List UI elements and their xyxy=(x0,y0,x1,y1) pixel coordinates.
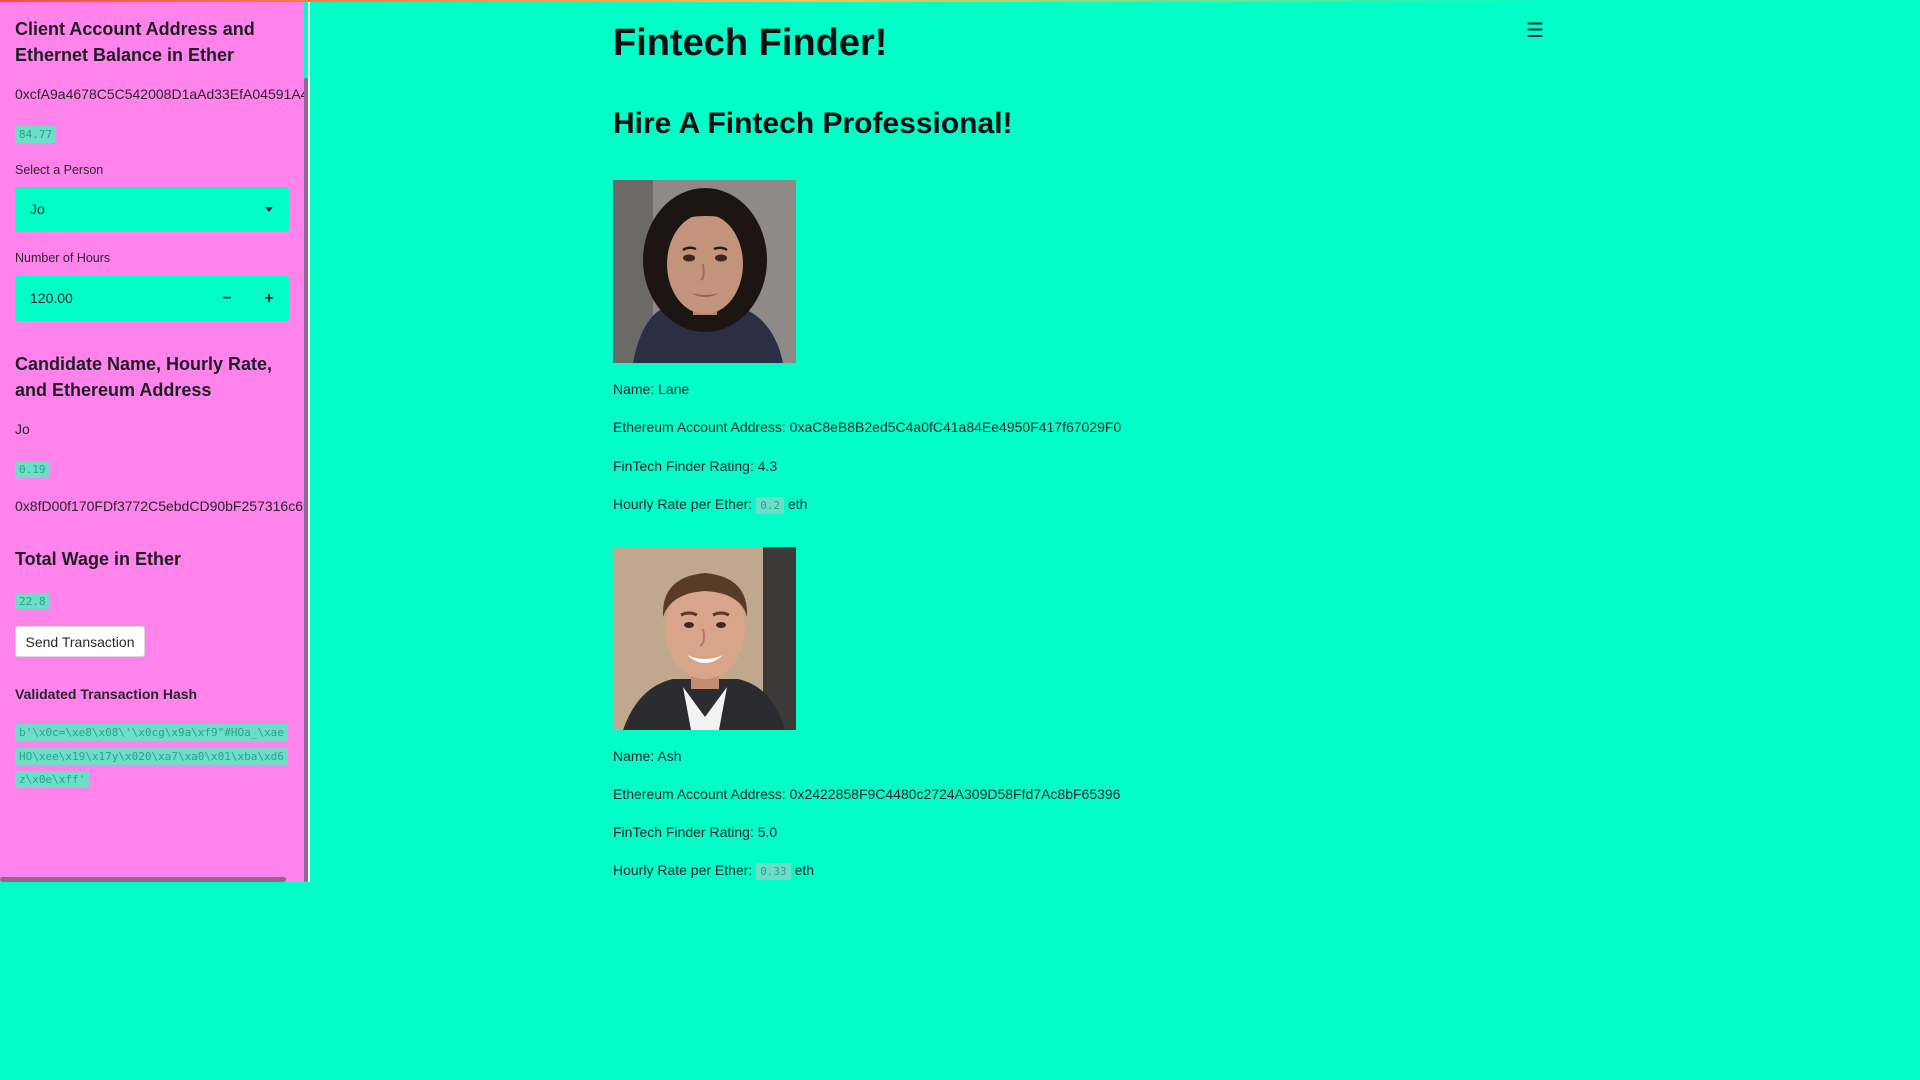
candidate-name: Name: Lane xyxy=(613,381,690,397)
rate-value: 0.33 xyxy=(756,863,791,880)
rate-unit: eth xyxy=(794,862,815,878)
candidate-rating: FinTech Finder Rating: 4.3 xyxy=(613,458,778,474)
balance-value: 84.77 xyxy=(15,125,57,143)
rate-label: Hourly Rate per Ether: xyxy=(613,496,753,512)
chevron-down-icon[interactable] xyxy=(265,207,273,212)
candidate-photo xyxy=(613,547,796,730)
wage-code: 22.8 xyxy=(15,593,50,610)
candidate-photo xyxy=(613,180,796,363)
send-transaction-button[interactable]: Send Transaction xyxy=(15,626,145,657)
rate-label: Hourly Rate per Ether: xyxy=(613,862,753,878)
candidate-hourly-rate: Hourly Rate per Ether: 0.2 eth xyxy=(613,496,808,514)
transaction-hash: b'\x0c=\xe8\x08\'\x0cg\x9a\xf9"#HOa_\xae… xyxy=(15,721,290,792)
hamburger-menu-icon[interactable]: ☰ xyxy=(1526,18,1544,43)
candidate-hourly-rate: Hourly Rate per Ether: 0.33 eth xyxy=(613,862,815,880)
page-title: Fintech Finder! xyxy=(613,22,888,64)
top-decoration-bar xyxy=(0,0,1568,2)
balance-code: 84.77 xyxy=(15,126,57,143)
candidate-rate: 0.19 xyxy=(15,460,50,478)
person-select[interactable]: Jo xyxy=(15,187,289,232)
hours-label: Number of Hours xyxy=(15,251,111,265)
wage-heading: Total Wage in Ether xyxy=(15,549,182,569)
wage-value: 22.8 xyxy=(15,592,50,610)
rate-unit: eth xyxy=(787,496,808,512)
candidate-name: Name: Ash xyxy=(613,748,682,764)
person-select-value: Jo xyxy=(30,201,45,217)
hours-stepper[interactable]: 120.00 − + xyxy=(15,276,289,321)
account-address: 0xcfA9a4678C5C542008D1aAd33EfA04591A49A5 xyxy=(15,86,304,102)
candidate-address: 0x8fD00f170FDf3772C5ebdCD90bF257316c69BA xyxy=(15,498,304,514)
sidebar-divider xyxy=(308,0,310,882)
transaction-hash-code: b'\x0c=\xe8\x08\'\x0cg\x9a\xf9"#HOa_\xae… xyxy=(15,724,288,788)
increment-button[interactable]: + xyxy=(249,276,289,321)
candidate-name: Jo xyxy=(15,421,30,437)
candidate-heading: Candidate Name, Hourly Rate, and Ethereu… xyxy=(15,354,273,400)
candidate-address: Ethereum Account Address: 0x2422858F9C44… xyxy=(613,786,1121,802)
select-person-label: Select a Person xyxy=(15,163,104,177)
candidate-rate-code: 0.19 xyxy=(15,461,50,478)
candidate-address: Ethereum Account Address: 0xaC8eB8B2ed5C… xyxy=(613,419,1122,435)
sidebar: Client Account Address and Ethernet Bala… xyxy=(0,0,304,882)
hash-heading: Validated Transaction Hash xyxy=(15,686,198,702)
rate-value: 0.2 xyxy=(756,497,785,514)
candidate-rating: FinTech Finder Rating: 5.0 xyxy=(613,824,778,840)
page-subtitle: Hire A Fintech Professional! xyxy=(613,107,1013,140)
sidebar-horizontal-scrollbar[interactable] xyxy=(0,877,286,882)
hours-input[interactable]: 120.00 xyxy=(30,290,73,306)
decrement-button[interactable]: − xyxy=(207,276,247,321)
account-heading: Client Account Address and Ethernet Bala… xyxy=(15,19,255,65)
